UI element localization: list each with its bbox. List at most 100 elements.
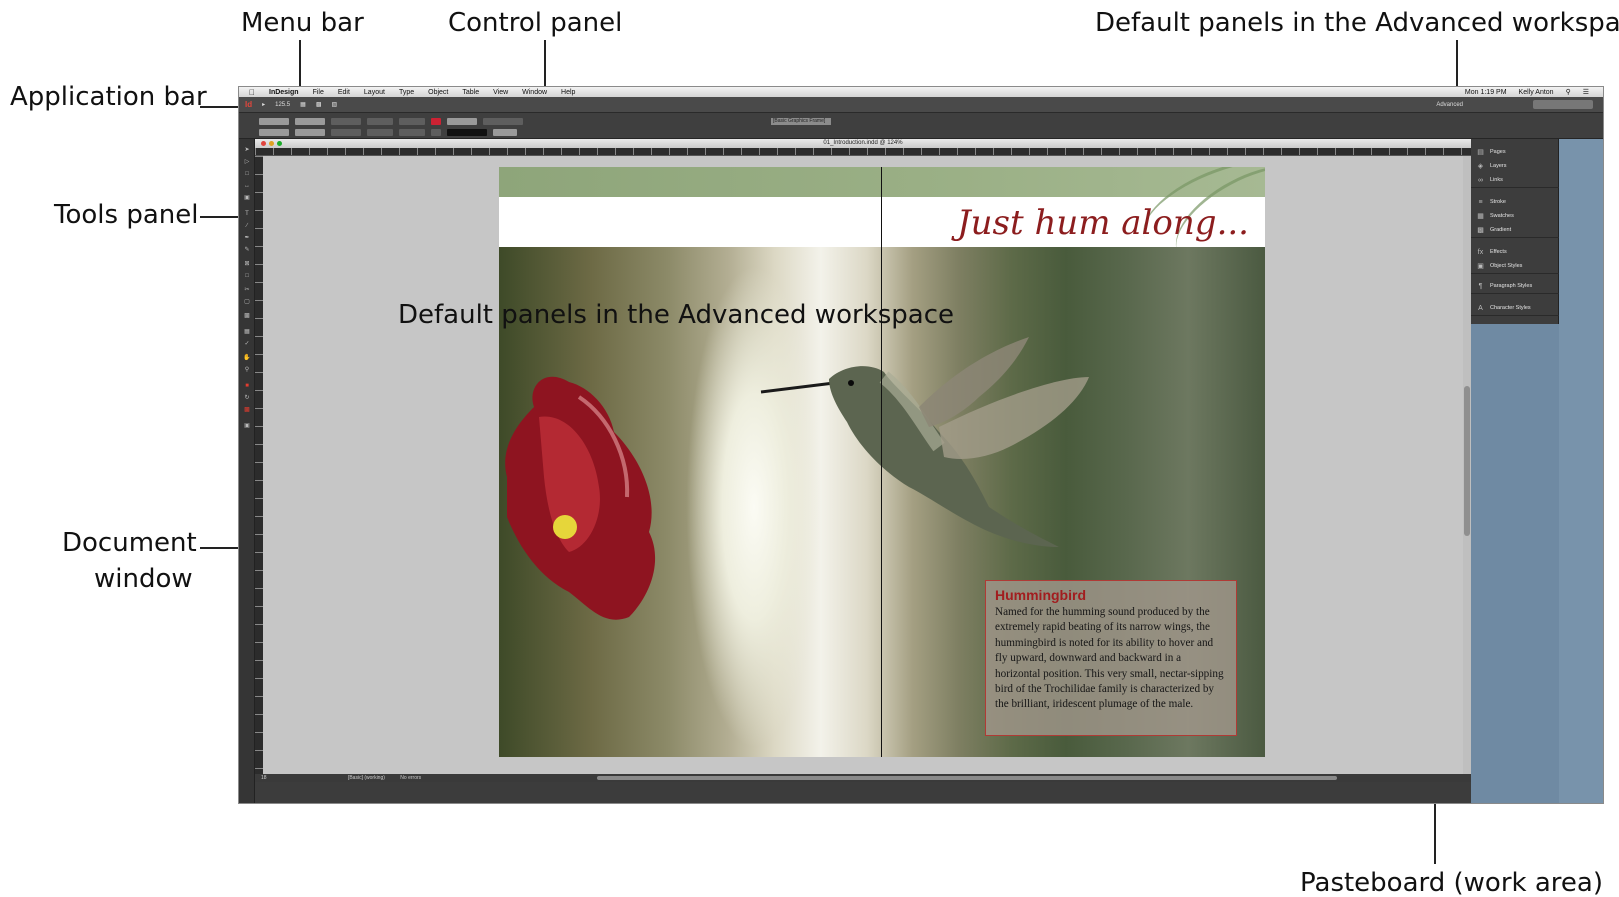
flip-buttons[interactable] (367, 128, 393, 136)
scale-field[interactable] (331, 117, 361, 125)
menu-item-table[interactable]: Table (462, 89, 479, 96)
callout-document-window-1: Document (62, 528, 197, 558)
page-tool-icon[interactable]: □ (243, 171, 251, 178)
height-field[interactable] (295, 128, 325, 136)
page-spread[interactable]: Just hum along... Hummingbird Named for … (499, 167, 1265, 757)
menu-item-edit[interactable]: Edit (338, 89, 350, 96)
note-tool-icon[interactable]: ▦ (243, 329, 251, 336)
workspace-switcher[interactable]: Advanced (1436, 102, 1463, 108)
x-field[interactable] (259, 117, 289, 125)
pages-icon: ▤ (1477, 149, 1484, 156)
panel-paragraph-styles[interactable]: ¶ Paragraph Styles (1471, 279, 1559, 293)
effects-icon: fx (1477, 248, 1484, 256)
vertical-scrollbar[interactable] (1463, 156, 1471, 774)
free-transform-tool-icon[interactable]: ▢ (243, 299, 251, 306)
control-row-1 (259, 117, 523, 125)
panel-swatches[interactable]: ▦ Swatches (1471, 209, 1559, 223)
shear-field[interactable] (399, 117, 425, 125)
document-tab[interactable]: 01_Introduction.indd @ 124% (255, 139, 1471, 148)
panel-effects[interactable]: fx Effects (1471, 245, 1559, 259)
panel-stroke[interactable]: ≡ Stroke (1471, 195, 1559, 209)
indesign-screen:  InDesign File Edit Layout Type Object … (238, 86, 1604, 804)
opacity-field[interactable] (493, 128, 517, 136)
pasteboard[interactable]: Just hum along... Hummingbird Named for … (263, 156, 1463, 774)
menu-item-help[interactable]: Help (561, 89, 575, 96)
screen-mode-icon[interactable]: ▩ (316, 101, 322, 108)
view-options-icon[interactable]: ▦ (300, 101, 306, 108)
rectangle-tool-icon[interactable]: □ (243, 273, 251, 280)
type-tool-icon[interactable]: T (243, 211, 251, 218)
rectangle-frame-tool-icon[interactable]: ⊠ (243, 261, 251, 268)
content-collector-icon[interactable]: ▣ (243, 195, 251, 202)
y-field[interactable] (259, 128, 289, 136)
width-field[interactable] (295, 117, 325, 125)
pencil-tool-icon[interactable]: ✎ (243, 247, 251, 254)
close-window-icon[interactable] (261, 141, 266, 146)
headline[interactable]: Just hum along... (957, 203, 1249, 243)
arrange-documents-icon[interactable]: ▧ (331, 101, 337, 108)
menu-item-window[interactable]: Window (522, 89, 547, 96)
bridge-icon[interactable]: ▸ (262, 101, 265, 108)
zoom-level[interactable]: 125.5 (275, 102, 290, 108)
panel-links[interactable]: ∞ Links (1471, 173, 1559, 187)
scale-y-field[interactable] (331, 128, 361, 136)
apply-none-icon[interactable]: ▩ (243, 407, 251, 414)
horizontal-ruler[interactable] (255, 148, 1471, 156)
panel-label: Character Styles (1490, 305, 1531, 311)
menu-item-file[interactable]: File (313, 89, 324, 96)
menu-item-type[interactable]: Type (399, 89, 414, 96)
panel-label: Effects (1490, 249, 1507, 255)
stroke-icon: ≡ (1478, 198, 1483, 206)
spotlight-icon[interactable]: ⚲ (1566, 88, 1571, 96)
hummingbird-text-frame[interactable]: Hummingbird Named for the humming sound … (985, 580, 1237, 736)
user-name[interactable]: Kelly Anton (1519, 89, 1554, 96)
hand-tool-icon[interactable]: ✋ (243, 355, 251, 362)
zoom-window-icon[interactable] (277, 141, 282, 146)
fill-stroke-icon[interactable]: ■ (243, 383, 251, 390)
panel-character-styles[interactable]: A Character Styles (1471, 301, 1559, 315)
zoom-tool-icon[interactable]: ⚲ (243, 367, 251, 374)
fill-swatch[interactable] (431, 117, 441, 125)
select-buttons[interactable] (399, 128, 425, 136)
gradient-tool-icon[interactable]: ▩ (243, 313, 251, 320)
direct-selection-tool-icon[interactable]: ▷ (243, 159, 251, 166)
selection-tool-icon[interactable]: ➤ (243, 147, 251, 154)
swap-colors-icon[interactable]: ↻ (243, 395, 251, 402)
panel-gradient[interactable]: ▩ Gradient (1471, 223, 1559, 237)
eyedropper-tool-icon[interactable]: ✓ (243, 341, 251, 348)
scissors-tool-icon[interactable]: ✂ (243, 287, 251, 294)
object-style-select[interactable]: [Basic Graphics Frame] (771, 118, 831, 125)
callout-pasteboard: Pasteboard (work area) (1300, 868, 1603, 897)
panel-pages[interactable]: ▤ Pages (1471, 145, 1559, 159)
spread-fold (881, 167, 882, 757)
preflight-profile[interactable]: [Basic] (working) (348, 775, 385, 781)
rotate-field[interactable] (367, 117, 393, 125)
vertical-ruler[interactable] (255, 156, 263, 781)
panel-label: Object Styles (1490, 263, 1523, 269)
search-input[interactable] (1533, 100, 1593, 109)
object-styles-icon: ▣ (1477, 263, 1484, 270)
apple-icon[interactable]:  (249, 88, 255, 97)
screen-mode-tool-icon[interactable]: ▣ (243, 423, 251, 430)
horizontal-scroll-thumb[interactable] (597, 776, 1337, 780)
minimize-window-icon[interactable] (269, 141, 274, 146)
list-icon[interactable]: ☰ (1583, 88, 1589, 96)
vertical-scroll-thumb[interactable] (1464, 386, 1470, 536)
stroke-swatch[interactable] (431, 128, 441, 136)
preflight-status[interactable]: No errors (400, 775, 421, 781)
stroke-type-field[interactable] (447, 128, 487, 136)
page-number[interactable]: 18 (261, 775, 267, 781)
menu-item-object[interactable]: Object (428, 89, 448, 96)
line-tool-icon[interactable]: ∕ (243, 223, 251, 230)
panel-layers[interactable]: ◈ Layers (1471, 159, 1559, 173)
overlay-default-panels: Default panels in the Advanced workspace (398, 300, 954, 330)
stroke-weight-field[interactable] (447, 117, 477, 125)
panel-object-styles[interactable]: ▣ Object Styles (1471, 259, 1559, 273)
pen-tool-icon[interactable]: ✒ (243, 235, 251, 242)
panel-group-3: fx Effects ▣ Object Styles (1471, 245, 1559, 274)
menu-app-name[interactable]: InDesign (269, 89, 299, 96)
menu-item-view[interactable]: View (493, 89, 508, 96)
fitting-buttons[interactable] (483, 117, 523, 125)
gap-tool-icon[interactable]: ↔ (243, 183, 251, 190)
menu-item-layout[interactable]: Layout (364, 89, 385, 96)
